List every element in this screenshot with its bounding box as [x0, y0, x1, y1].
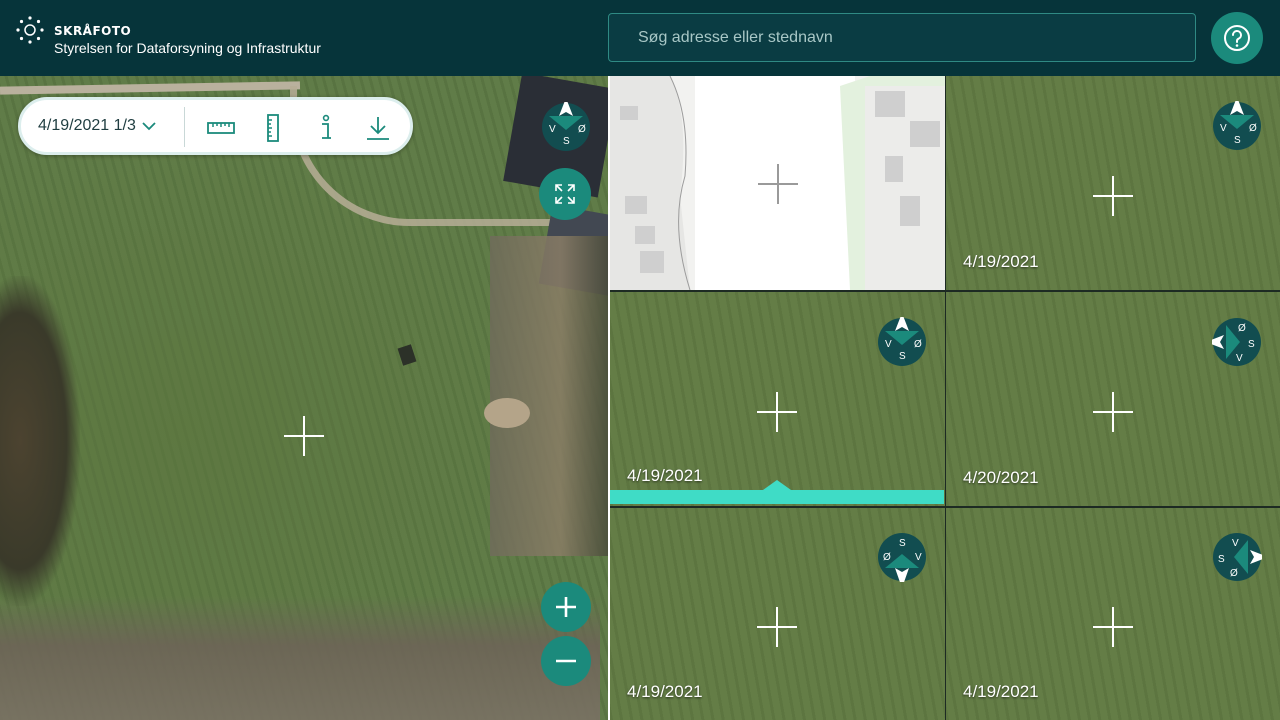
crosshair-icon — [284, 416, 324, 456]
path — [0, 81, 301, 95]
app-name: SKRÅFOTO — [54, 24, 132, 38]
svg-text:Ø: Ø — [1238, 323, 1246, 334]
tree-row-bottom — [0, 596, 600, 720]
svg-text:V: V — [1232, 538, 1239, 549]
expand-icon — [555, 184, 575, 204]
compass-icon: S Ø V — [878, 533, 926, 582]
zoom-out-button[interactable] — [541, 636, 591, 686]
photo-date: 4/19/2021 — [627, 682, 703, 701]
info-button[interactable] — [311, 113, 341, 143]
svg-text:V: V — [549, 124, 556, 135]
crosshair-icon — [1093, 607, 1133, 647]
svg-text:S: S — [1218, 554, 1225, 565]
svg-text:S: S — [1248, 339, 1255, 350]
compass-icon: Ø S V — [1212, 318, 1261, 366]
photo-tile[interactable]: V S Ø 4/19/2021 — [946, 508, 1280, 720]
download-icon — [367, 117, 389, 140]
shed — [397, 344, 417, 366]
date-select-value: 4/19/2021 1/3 — [38, 117, 136, 134]
svg-text:Ø: Ø — [1230, 568, 1238, 579]
photo-date: 4/19/2021 — [627, 466, 703, 485]
toolbar-divider — [184, 107, 185, 147]
chevron-down-icon — [142, 122, 156, 131]
svg-text:V: V — [1236, 353, 1243, 364]
active-indicator-notch — [763, 480, 791, 490]
info-icon — [322, 114, 331, 139]
photo-tile[interactable]: S Ø V 4/19/2021 — [610, 508, 945, 720]
toolbar: 4/19/2021 1/3 — [18, 97, 413, 155]
tree-row — [490, 236, 608, 556]
svg-text:Ø: Ø — [1249, 123, 1257, 134]
logo-icon — [16, 16, 44, 44]
fire-pit — [484, 398, 530, 428]
crosshair-icon — [757, 607, 797, 647]
plus-icon — [556, 597, 576, 617]
photo-date: 4/19/2021 — [963, 682, 1039, 701]
photo-date: 4/20/2021 — [963, 468, 1039, 487]
photo-tile[interactable]: Ø S V 4/20/2021 — [946, 292, 1280, 506]
svg-text:Ø: Ø — [914, 339, 922, 350]
svg-text:Ø: Ø — [883, 552, 891, 563]
measure-distance-button[interactable] — [206, 113, 236, 143]
crosshair-icon — [758, 164, 798, 204]
compass-icon: V Ø S — [1213, 101, 1261, 150]
zoom-in-button[interactable] — [541, 582, 591, 632]
crosshair-icon — [757, 392, 797, 432]
active-indicator — [610, 490, 944, 504]
measure-height-button[interactable] — [258, 113, 288, 143]
svg-text:S: S — [1234, 135, 1241, 146]
svg-text:S: S — [563, 136, 570, 147]
svg-text:S: S — [899, 538, 906, 549]
ruler-vertical-icon — [267, 114, 279, 142]
search-input[interactable] — [608, 13, 1196, 62]
app-header: SKRÅFOTO Styrelsen for Dataforsyning og … — [0, 0, 1280, 76]
svg-text:S: S — [899, 351, 906, 362]
date-select[interactable]: 4/19/2021 1/3 — [38, 117, 156, 135]
photo-tile-active[interactable]: V Ø S 4/19/2021 — [610, 292, 945, 506]
help-button[interactable] — [1211, 12, 1263, 64]
svg-text:Ø: Ø — [578, 124, 586, 135]
compass-icon: V S Ø — [1213, 533, 1262, 581]
svg-text:V: V — [1220, 123, 1227, 134]
ruler-horizontal-icon — [207, 122, 235, 134]
minus-icon — [556, 659, 576, 663]
brand: SKRÅFOTO Styrelsen for Dataforsyning og … — [54, 23, 321, 57]
main-photo-view[interactable] — [0, 76, 608, 720]
org-name: Styrelsen for Dataforsyning og Infrastru… — [54, 40, 321, 56]
compass-icon[interactable]: V Ø S — [541, 102, 591, 152]
map-tile[interactable] — [610, 76, 945, 290]
photo-date: 4/19/2021 — [963, 252, 1039, 271]
svg-text:V: V — [915, 552, 922, 563]
crosshair-icon — [1093, 176, 1133, 216]
crosshair-icon — [1093, 392, 1133, 432]
tree-cluster — [0, 276, 80, 606]
svg-text:V: V — [885, 339, 892, 350]
question-icon — [1224, 25, 1250, 51]
compass-icon: V Ø S — [878, 317, 926, 366]
download-button[interactable] — [363, 113, 393, 143]
photo-tile[interactable]: V Ø S 4/19/2021 — [946, 76, 1280, 290]
expand-button[interactable] — [539, 168, 591, 220]
